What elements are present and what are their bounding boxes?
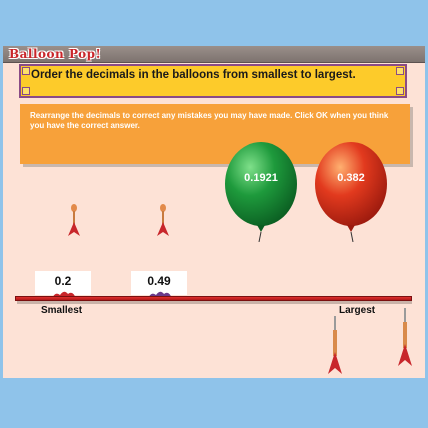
corner-ornament [22, 87, 30, 95]
shelf-shadow [17, 301, 412, 304]
dart-icon[interactable] [397, 308, 413, 370]
dart-icon[interactable] [156, 204, 170, 242]
answer-value: 0.2 [54, 274, 72, 288]
feedback-text: Rearrange the decimals to correct any mi… [30, 111, 389, 130]
answer-value: 0.49 [147, 274, 171, 288]
balloon-icon [315, 142, 387, 243]
answer-slot-2[interactable]: 0.49 [131, 271, 187, 299]
number-shelf [15, 296, 412, 301]
corner-ornament [22, 67, 30, 75]
title-bar: Balloon Pop! [3, 46, 425, 63]
corner-ornament [396, 67, 404, 75]
game-area: Balloon Pop! Order the decimals in the b… [3, 46, 425, 378]
instruction-text: Order the decimals in the balloons from … [31, 69, 356, 81]
balloon-value: 0.382 [337, 172, 365, 184]
corner-ornament [396, 87, 404, 95]
balloon-2[interactable]: 0.382 [311, 142, 391, 243]
answer-slot-1[interactable]: 0.2 [35, 271, 91, 299]
smallest-label: Smallest [41, 305, 83, 316]
dart-icon[interactable] [67, 204, 81, 242]
balloon-icon [225, 142, 297, 243]
app-title: Balloon Pop! [9, 47, 102, 61]
dart-icon[interactable] [327, 316, 343, 378]
balloon-1[interactable]: 0.1921 [221, 142, 301, 243]
largest-label: Largest [339, 305, 376, 316]
instruction-panel: Order the decimals in the balloons from … [19, 64, 407, 98]
balloon-value: 0.1921 [244, 172, 278, 184]
